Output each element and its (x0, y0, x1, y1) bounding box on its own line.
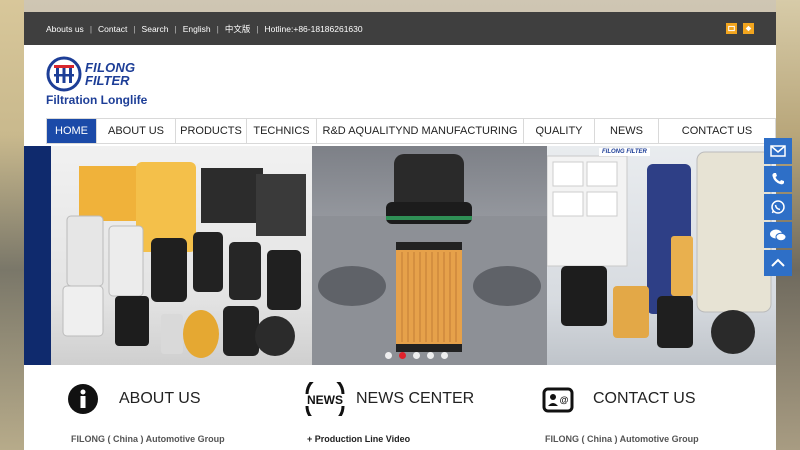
chinese-link[interactable]: 中文版 (225, 23, 251, 35)
nav-news[interactable]: NEWS (595, 119, 659, 143)
news-icon-text: NEWS (307, 393, 343, 407)
separator: | (89, 23, 93, 34)
search-link[interactable]: Search (142, 24, 169, 34)
main-nav: HOME ABOUT US PRODUCTS TECHNICS R&D AQUA… (46, 118, 776, 144)
banner-panel-oil-filter-housing (312, 146, 547, 365)
slider-dots (385, 352, 448, 359)
separator: | (216, 23, 219, 34)
back-to-top-button[interactable] (764, 250, 792, 276)
slider-dot-1[interactable] (385, 352, 392, 359)
features-row: ABOUT US FILONG ( China ) Automotive Gro… (24, 365, 776, 450)
filter-boxes-illustration (547, 151, 772, 354)
info-icon (68, 384, 98, 414)
separator: | (256, 23, 259, 34)
contact-link[interactable]: Contact (98, 24, 127, 34)
home-square-icon[interactable] (726, 23, 737, 34)
panel-c-brand-label: FILONG FILTER (599, 148, 650, 156)
hero-banner[interactable]: FILONG FILTER (24, 146, 776, 365)
filong-logo-mark-icon (46, 56, 82, 92)
nav-about-us[interactable]: ABOUT US (97, 119, 176, 143)
nav-technics[interactable]: TECHNICS (247, 119, 317, 143)
contact-us-subtext[interactable]: FILONG ( China ) Automotive Group (545, 434, 699, 444)
chevron-up-icon (771, 258, 785, 267)
abouts-us-link[interactable]: Abouts us (46, 24, 84, 34)
page: Abouts us | Contact | Search | English |… (24, 12, 776, 450)
phone-button[interactable] (764, 166, 792, 192)
separator: | (133, 23, 136, 34)
svg-text:@: @ (560, 395, 569, 405)
phone-icon (772, 173, 784, 185)
banner-panel-filters-assortment (51, 146, 312, 365)
header: FILONG FILTER Filtration Longlife (24, 45, 776, 118)
filong-logo[interactable]: FILONG FILTER Filtration Longlife (46, 56, 156, 108)
contact-us-heading[interactable]: CONTACT US (593, 390, 696, 408)
filters-assortment-illustration (62, 162, 306, 358)
background-left (0, 0, 24, 450)
bookmark-square-icon[interactable] (743, 23, 754, 34)
wechat-button[interactable] (764, 222, 792, 248)
contact-card-icon: @ (542, 387, 574, 413)
mail-icon (770, 145, 786, 157)
nav-products[interactable]: PRODUCTS (176, 119, 247, 143)
slider-dot-4[interactable] (427, 352, 434, 359)
logo-name-line2: FILTER (85, 73, 130, 88)
nav-quality[interactable]: QUALITY (524, 119, 595, 143)
top-bar: Abouts us | Contact | Search | English |… (24, 12, 776, 45)
hotline-text: Hotline:+86-18186261630 (264, 23, 363, 34)
whatsapp-button[interactable] (764, 194, 792, 220)
whatsapp-icon (771, 200, 785, 214)
nav-contact-us[interactable]: CONTACT US (659, 119, 775, 143)
nav-rd-quality-manufacturing[interactable]: R&D AQUALITYND MANUFACTURING (317, 119, 524, 143)
news-center-heading[interactable]: NEWS CENTER (356, 390, 474, 408)
about-us-heading[interactable]: ABOUT US (119, 390, 201, 408)
slider-dot-5[interactable] (441, 352, 448, 359)
top-icons (726, 23, 754, 34)
wechat-icon (770, 229, 787, 242)
separator: | (174, 23, 177, 34)
nav-home[interactable]: HOME (47, 119, 97, 143)
top-links: Abouts us | Contact | Search | English |… (46, 23, 363, 35)
side-float-toolbar (764, 138, 792, 276)
news-globe-icon: NEWS (305, 382, 345, 416)
oil-filter-housing-illustration (312, 154, 547, 365)
news-subtext[interactable]: + Production Line Video (307, 434, 410, 444)
slider-dot-2[interactable] (399, 352, 406, 359)
english-link[interactable]: English (183, 24, 211, 34)
slider-dot-3[interactable] (413, 352, 420, 359)
mail-button[interactable] (764, 138, 792, 164)
banner-left-strip (24, 146, 51, 365)
logo-tagline: Filtration Longlife (46, 93, 148, 107)
about-us-subtext[interactable]: FILONG ( China ) Automotive Group (71, 434, 225, 444)
banner-panel-filter-boxes: FILONG FILTER (547, 146, 776, 365)
